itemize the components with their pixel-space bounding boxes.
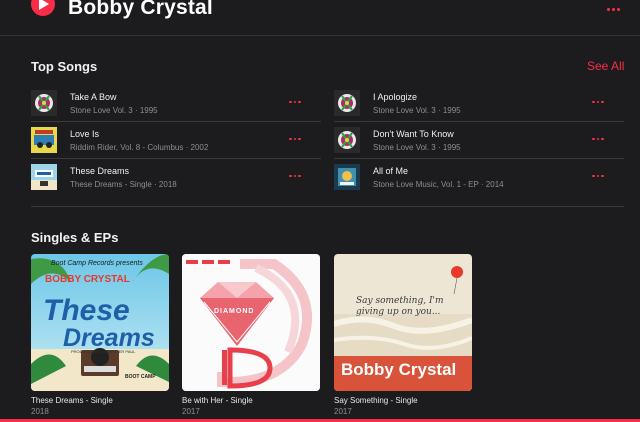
song-row[interactable]: Take A Bow Stone Love Vol. 3 · 1995 xyxy=(31,85,321,122)
song-artwork xyxy=(31,164,57,190)
song-row[interactable]: These Dreams These Dreams - Single · 201… xyxy=(31,159,321,196)
more-options-button[interactable] xyxy=(603,2,623,16)
song-more-button[interactable] xyxy=(289,135,303,143)
song-title: Take A Bow xyxy=(70,92,117,102)
cover-artist-text: BOBBY CRYSTAL xyxy=(45,274,130,285)
ellipsis-dot xyxy=(601,174,604,178)
album-year: 2017 xyxy=(334,407,352,416)
artist-header: Bobby Crystal xyxy=(0,0,640,36)
album-card[interactable]: Say something, I'm giving up on you... B… xyxy=(334,254,472,416)
ellipsis-dot xyxy=(596,100,599,104)
play-icon xyxy=(39,0,49,10)
song-more-button[interactable] xyxy=(592,172,606,180)
ellipsis-dot xyxy=(298,174,301,178)
song-more-button[interactable] xyxy=(592,135,606,143)
ellipsis-dot xyxy=(293,174,296,178)
album-card[interactable]: DIAMOND Be with Her - Single 2017 xyxy=(182,254,320,416)
album-cover[interactable]: Say something, I'm giving up on you... B… xyxy=(334,254,472,391)
song-subtitle: These Dreams - Single · 2018 xyxy=(70,180,177,189)
cover-credit: PRODUCED BY COMPUTER PAUL xyxy=(71,349,136,354)
cover-top-text: Boot Camp Records presents xyxy=(51,260,143,267)
play-button[interactable] xyxy=(31,0,55,16)
ellipsis-icon xyxy=(289,174,292,178)
song-title: I Apologize xyxy=(373,92,418,102)
ellipsis-dot xyxy=(293,100,296,104)
cover-artist-text: Bobby Crystal xyxy=(341,360,457,379)
song-title: All of Me xyxy=(373,166,409,176)
song-subtitle: Stone Love Vol. 3 · 1995 xyxy=(373,143,461,152)
top-songs-right-column: I Apologize Stone Love Vol. 3 · 1995 Don… xyxy=(334,85,624,196)
song-artwork xyxy=(31,127,57,153)
song-more-button[interactable] xyxy=(289,98,303,106)
album-year: 2017 xyxy=(182,407,200,416)
cover-title-line1: These xyxy=(43,294,130,327)
album-title: These Dreams - Single xyxy=(31,396,113,405)
ellipsis-dot xyxy=(596,174,599,178)
song-more-button[interactable] xyxy=(289,172,303,180)
ellipsis-icon xyxy=(592,137,595,141)
song-title: These Dreams xyxy=(70,166,130,176)
cover-script-text: Say something, I'm giving up on you... xyxy=(356,296,444,317)
song-title: Don't Want To Know xyxy=(373,129,454,139)
ellipsis-icon xyxy=(592,174,595,178)
album-year: 2018 xyxy=(31,407,49,416)
song-row[interactable]: All of Me Stone Love Music, Vol. 1 - EP … xyxy=(334,159,624,196)
song-subtitle: Stone Love Vol. 3 · 1995 xyxy=(70,106,158,115)
singles-eps-heading: Singles & EPs xyxy=(31,230,119,245)
album-title: Be with Her - Single xyxy=(182,396,253,405)
song-more-button[interactable] xyxy=(592,98,606,106)
album-cover[interactable]: DIAMOND xyxy=(182,254,320,391)
ellipsis-dot xyxy=(298,137,301,141)
ellipsis-dot xyxy=(601,100,604,104)
song-row[interactable]: Don't Want To Know Stone Love Vol. 3 · 1… xyxy=(334,122,624,159)
song-subtitle: Stone Love Vol. 3 · 1995 xyxy=(373,106,461,115)
ellipsis-dot xyxy=(596,137,599,141)
ellipsis-icon xyxy=(289,100,292,104)
artist-name: Bobby Crystal xyxy=(68,0,213,19)
ellipsis-dot xyxy=(298,100,301,104)
be-with-her-cover-art xyxy=(182,254,320,391)
cover-label: BOOT CAMP xyxy=(125,374,156,380)
ellipsis-dot xyxy=(601,137,604,141)
cover-brand-text: DIAMOND xyxy=(214,308,255,315)
song-title: Love Is xyxy=(70,129,100,139)
album-card[interactable]: Boot Camp Records presents BOBBY CRYSTAL… xyxy=(31,254,169,416)
song-row[interactable]: Love Is Riddim Rider, Vol. 8 - Columbus … xyxy=(31,122,321,159)
song-subtitle: Stone Love Music, Vol. 1 - EP · 2014 xyxy=(373,180,504,189)
top-songs-left-column: Take A Bow Stone Love Vol. 3 · 1995 Love… xyxy=(31,85,321,196)
song-artwork xyxy=(334,90,360,116)
ellipsis-icon xyxy=(592,100,595,104)
top-songs-heading: Top Songs xyxy=(31,59,98,74)
song-artwork xyxy=(334,164,360,190)
song-row[interactable]: I Apologize Stone Love Vol. 3 · 1995 xyxy=(334,85,624,122)
song-artwork xyxy=(334,127,360,153)
ellipsis-icon xyxy=(289,137,292,141)
album-cover[interactable]: Boot Camp Records presents BOBBY CRYSTAL… xyxy=(31,254,169,391)
song-subtitle: Riddim Rider, Vol. 8 - Columbus · 2002 xyxy=(70,143,209,152)
ellipsis-dot xyxy=(293,137,296,141)
ellipsis-icon xyxy=(606,7,610,11)
ellipsis-dot xyxy=(616,7,620,11)
see-all-link[interactable]: See All xyxy=(587,59,624,73)
song-artwork xyxy=(31,90,57,116)
album-title: Say Something - Single xyxy=(334,396,418,405)
section-divider xyxy=(31,206,624,207)
ellipsis-dot xyxy=(611,7,615,11)
